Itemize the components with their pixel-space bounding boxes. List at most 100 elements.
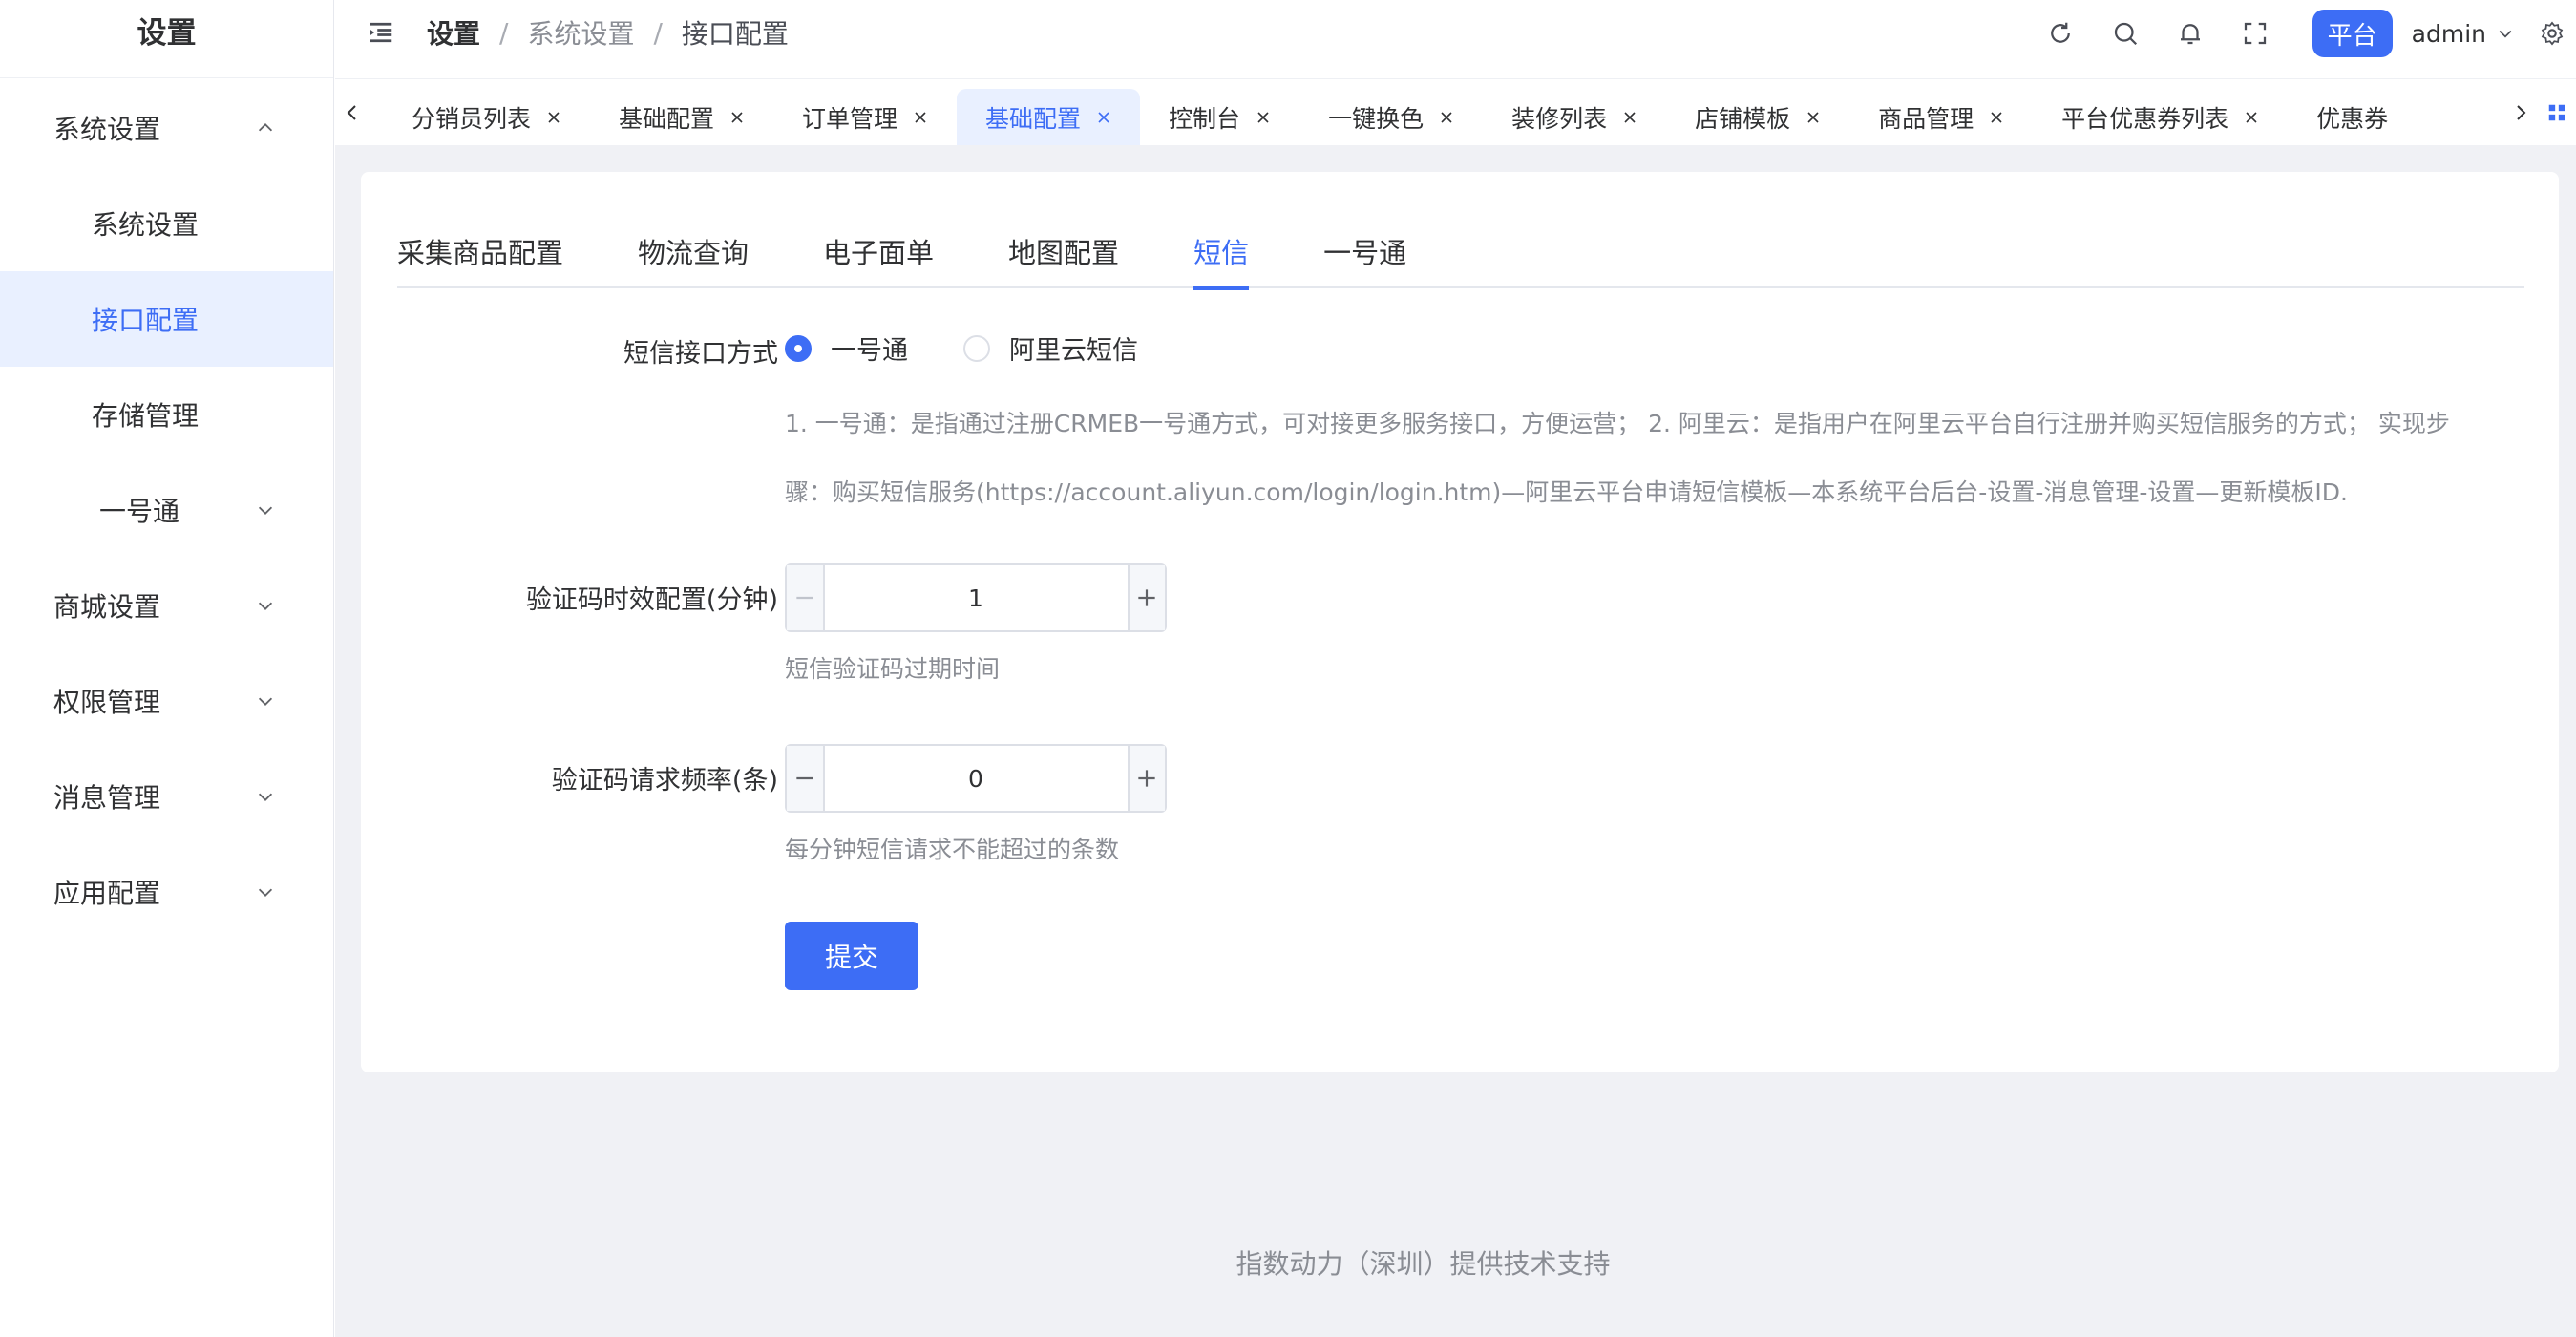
menu-label: 一号通: [99, 496, 180, 527]
view-tab-label: 优惠券: [2316, 105, 2389, 133]
close-icon[interactable]: [913, 110, 928, 125]
footer: 指数动力（深圳）提供技术支持: [335, 1243, 2576, 1282]
search-icon[interactable]: [2106, 14, 2144, 53]
breadcrumb-separator: /: [499, 16, 509, 49]
content-tabs: 采集商品配置 物流查询 电子面单 地图配置 短信 一号通: [397, 231, 2524, 290]
menu-label: 接口配置: [92, 305, 200, 336]
fullscreen-icon[interactable]: [2236, 14, 2274, 53]
view-tabs-bar: 分销员列表 基础配置 订单管理 基础配置 控制台 一键换色 装修列表 店铺模板 …: [335, 78, 2576, 145]
code-expire-label: 验证码时效配置(分钟): [525, 585, 778, 615]
menu-permission-management[interactable]: 权限管理: [0, 653, 333, 749]
tab-sms[interactable]: 短信: [1193, 231, 1250, 290]
close-icon[interactable]: [1096, 110, 1111, 125]
request-rate-input[interactable]: [824, 746, 1128, 811]
view-tab[interactable]: 一键换色: [1299, 89, 1483, 145]
code-expire-input[interactable]: [824, 565, 1128, 630]
chevron-down-icon: [253, 784, 278, 809]
view-tab[interactable]: 基础配置: [590, 89, 773, 145]
menu-interface-config[interactable]: 接口配置: [0, 271, 333, 367]
view-tab[interactable]: 平台优惠券列表: [2033, 89, 2288, 145]
view-tab[interactable]: 店铺模板: [1666, 89, 1849, 145]
breadcrumb-item-current: 接口配置: [681, 18, 789, 50]
view-tab[interactable]: 控制台: [1140, 89, 1299, 145]
view-tab-label: 基础配置: [985, 105, 1082, 133]
breadcrumb-item[interactable]: 系统设置: [527, 13, 634, 52]
menu-collapse-icon[interactable]: [364, 15, 398, 50]
footer-text: 指数动力（深圳）提供技术支持: [1235, 1248, 1611, 1280]
view-tab[interactable]: 装修列表: [1483, 89, 1666, 145]
description-line: 骤：购买短信服务(https://account.aliyun.com/logi…: [785, 478, 2348, 506]
refresh-icon[interactable]: [2041, 14, 2080, 53]
menu-label: 系统设置: [53, 114, 161, 145]
tab-collect-product-config[interactable]: 采集商品配置: [397, 231, 563, 288]
view-tab-label: 店铺模板: [1695, 105, 1791, 133]
close-icon[interactable]: [1439, 110, 1454, 125]
chevron-down-icon: [253, 593, 278, 618]
breadcrumb-separator: /: [653, 16, 663, 49]
menu-message-management[interactable]: 消息管理: [0, 749, 333, 844]
menu-storage-management[interactable]: 存储管理: [0, 367, 333, 462]
close-icon[interactable]: [1622, 110, 1637, 125]
tab-map-config[interactable]: 地图配置: [1008, 231, 1119, 288]
tab-yihaotong[interactable]: 一号通: [1323, 231, 1406, 288]
sidebar-title: 设置: [0, 0, 333, 78]
request-rate-label: 验证码请求频率(条): [551, 766, 778, 796]
close-icon[interactable]: [1989, 110, 2004, 125]
username: admin: [2411, 19, 2486, 48]
request-rate-hint: 每分钟短信请求不能超过的条数: [785, 836, 1120, 863]
view-tab-label: 控制台: [1169, 105, 1241, 133]
view-tab-label: 分销员列表: [412, 105, 532, 133]
view-tab-active[interactable]: 基础配置: [957, 89, 1141, 145]
menu-label: 消息管理: [53, 782, 161, 814]
tab-electronic-waybill[interactable]: 电子面单: [823, 231, 934, 288]
submit-button[interactable]: 提交: [785, 922, 918, 990]
tab-logistics-query[interactable]: 物流查询: [638, 231, 749, 288]
radio-dot: [963, 334, 990, 362]
menu-system-settings[interactable]: 系统设置: [0, 80, 333, 176]
plus-icon[interactable]: [1127, 565, 1165, 630]
close-icon[interactable]: [1256, 110, 1271, 125]
radio-yihaotong[interactable]: 一号通: [785, 329, 908, 367]
view-tabs-track: 分销员列表 基础配置 订单管理 基础配置 控制台 一键换色 装修列表 店铺模板 …: [383, 89, 2417, 145]
radio-label: 一号通: [831, 336, 908, 366]
menu-yihaotong[interactable]: 一号通: [0, 462, 333, 558]
plus-icon[interactable]: [1127, 746, 1165, 811]
bell-icon[interactable]: [2171, 14, 2209, 53]
menu-app-config[interactable]: 应用配置: [0, 844, 333, 940]
radio-dot: [785, 334, 812, 362]
close-icon[interactable]: [2244, 110, 2259, 125]
view-tab[interactable]: 分销员列表: [383, 89, 590, 145]
close-icon[interactable]: [546, 110, 561, 125]
gear-icon[interactable]: [2536, 17, 2568, 50]
close-icon[interactable]: [729, 110, 745, 125]
sms-method-label: 短信接口方式: [623, 339, 778, 369]
view-tab[interactable]: 订单管理: [773, 89, 957, 145]
header-actions: 平台 admin: [2041, 0, 2576, 67]
main-content: 采集商品配置 物流查询 电子面单 地图配置 短信 一号通 短信接口方式 一号通 …: [335, 145, 2576, 1337]
user-menu[interactable]: admin: [2412, 20, 2515, 48]
radio-aliyun-sms[interactable]: 阿里云短信: [963, 329, 1138, 367]
view-tab-label: 装修列表: [1511, 105, 1608, 133]
chevron-left-icon[interactable]: [335, 79, 370, 145]
chevron-up-icon: [253, 116, 278, 140]
menu-label: 系统设置: [92, 209, 200, 241]
view-tab[interactable]: 优惠券: [2288, 89, 2417, 145]
menu-mall-settings[interactable]: 商城设置: [0, 558, 333, 653]
close-icon[interactable]: [1805, 110, 1821, 125]
minus-icon[interactable]: [787, 565, 825, 630]
chevron-right-icon[interactable]: [2503, 79, 2538, 145]
platform-badge[interactable]: 平台: [2312, 10, 2393, 57]
view-tab[interactable]: 商品管理: [1849, 89, 2033, 145]
chevron-down-icon: [253, 880, 278, 904]
minus-icon[interactable]: [787, 746, 825, 811]
top-header: 设置 / 系统设置 / 接口配置 平台 admin: [335, 0, 2576, 78]
sms-method-description: 1. 一号通：是指通过注册CRMEB一号通方式，可对接更多服务接口，方便运营； …: [785, 390, 2532, 527]
grid-icon[interactable]: [2538, 79, 2576, 145]
menu-label: 存储管理: [92, 400, 200, 432]
view-tab-label: 订单管理: [802, 105, 898, 133]
menu-system-settings-sub[interactable]: 系统设置: [0, 176, 333, 271]
request-rate-stepper: [785, 744, 1167, 813]
settings-card: 采集商品配置 物流查询 电子面单 地图配置 短信 一号通 短信接口方式 一号通 …: [361, 172, 2559, 1072]
radio-label: 阿里云短信: [1009, 336, 1138, 366]
breadcrumb-item[interactable]: 设置: [427, 13, 480, 52]
